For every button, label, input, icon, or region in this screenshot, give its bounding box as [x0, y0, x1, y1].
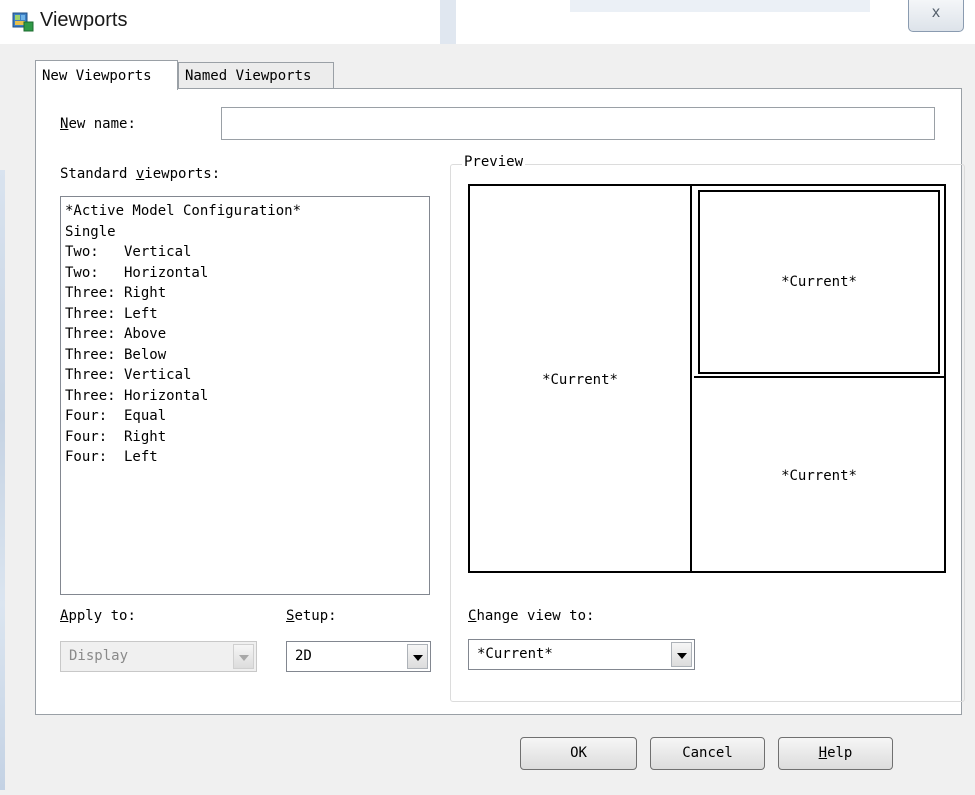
pane-label: *Current* [781, 274, 857, 290]
background-blur [570, 0, 870, 12]
list-item[interactable]: Three: Vertical [65, 365, 429, 386]
background-edge [0, 170, 5, 790]
list-item[interactable]: *Active Model Configuration* [65, 201, 429, 222]
chevron-down-icon [413, 655, 423, 661]
active-pane-highlight: *Current* [698, 190, 940, 374]
preview-title: Preview [462, 154, 526, 170]
preview-area: *Current* *Current* *Current* [468, 184, 946, 573]
ok-button[interactable]: OK [520, 737, 637, 770]
apply-to-label: Apply to: [60, 608, 136, 624]
viewports-app-icon [12, 10, 34, 32]
change-view-value: *Current* [477, 646, 553, 662]
setup-value: 2D [295, 648, 312, 664]
list-item[interactable]: Two: Vertical [65, 242, 429, 263]
help-button[interactable]: Help [778, 737, 893, 770]
preview-pane-left[interactable]: *Current* [470, 186, 692, 571]
list-item[interactable]: Two: Horizontal [65, 263, 429, 284]
tab-label: New Viewports [42, 68, 152, 84]
new-name-field[interactable] [221, 107, 935, 140]
setup-dropdown-button[interactable] [407, 644, 428, 669]
list-item[interactable]: Four: Right [65, 427, 429, 448]
close-button[interactable]: x [908, 0, 964, 32]
chevron-down-icon [677, 653, 687, 659]
list-item[interactable]: Four: Equal [65, 406, 429, 427]
cancel-button[interactable]: Cancel [650, 737, 765, 770]
help-mnemonic: H [818, 745, 828, 761]
close-icon: x [932, 4, 940, 21]
change-view-dropdown[interactable]: *Current* [468, 639, 695, 670]
list-item[interactable]: Single [65, 222, 429, 243]
window-title: Viewports [40, 9, 128, 31]
tab-new-viewports[interactable]: New Viewports [35, 60, 178, 90]
chevron-down-icon [239, 655, 249, 661]
help-label: elp [827, 745, 853, 761]
list-item[interactable]: Four: Left [65, 447, 429, 468]
preview-pane-bottom-right[interactable]: *Current* [694, 380, 944, 571]
pane-label: *Current* [542, 372, 618, 388]
apply-to-value: Display [69, 648, 129, 664]
tab-label: Named Viewports [185, 68, 312, 84]
new-name-label: New name: [60, 116, 136, 132]
standard-viewports-label: Standard viewports: [60, 166, 221, 182]
list-item[interactable]: Three: Below [65, 345, 429, 366]
setup-label: Setup: [286, 608, 337, 624]
setup-dropdown[interactable]: 2D [286, 641, 431, 672]
tab-named-viewports[interactable]: Named Viewports [178, 62, 334, 88]
preview-pane-top-right[interactable]: *Current* [694, 186, 944, 378]
change-view-label: Change view to: [468, 608, 595, 624]
apply-to-dropdown-button[interactable] [233, 644, 254, 669]
list-item[interactable]: Three: Above [65, 324, 429, 345]
background-blur [440, 0, 456, 44]
list-item[interactable]: Three: Horizontal [65, 386, 429, 407]
title-bar [0, 0, 975, 44]
pane-label: *Current* [781, 468, 857, 484]
list-item[interactable]: Three: Left [65, 304, 429, 325]
change-view-dropdown-button[interactable] [671, 642, 692, 667]
standard-viewports-list[interactable]: *Active Model Configuration* Single Two:… [60, 196, 430, 595]
list-item[interactable]: Three: Right [65, 283, 429, 304]
apply-to-dropdown[interactable]: Display [60, 641, 257, 672]
